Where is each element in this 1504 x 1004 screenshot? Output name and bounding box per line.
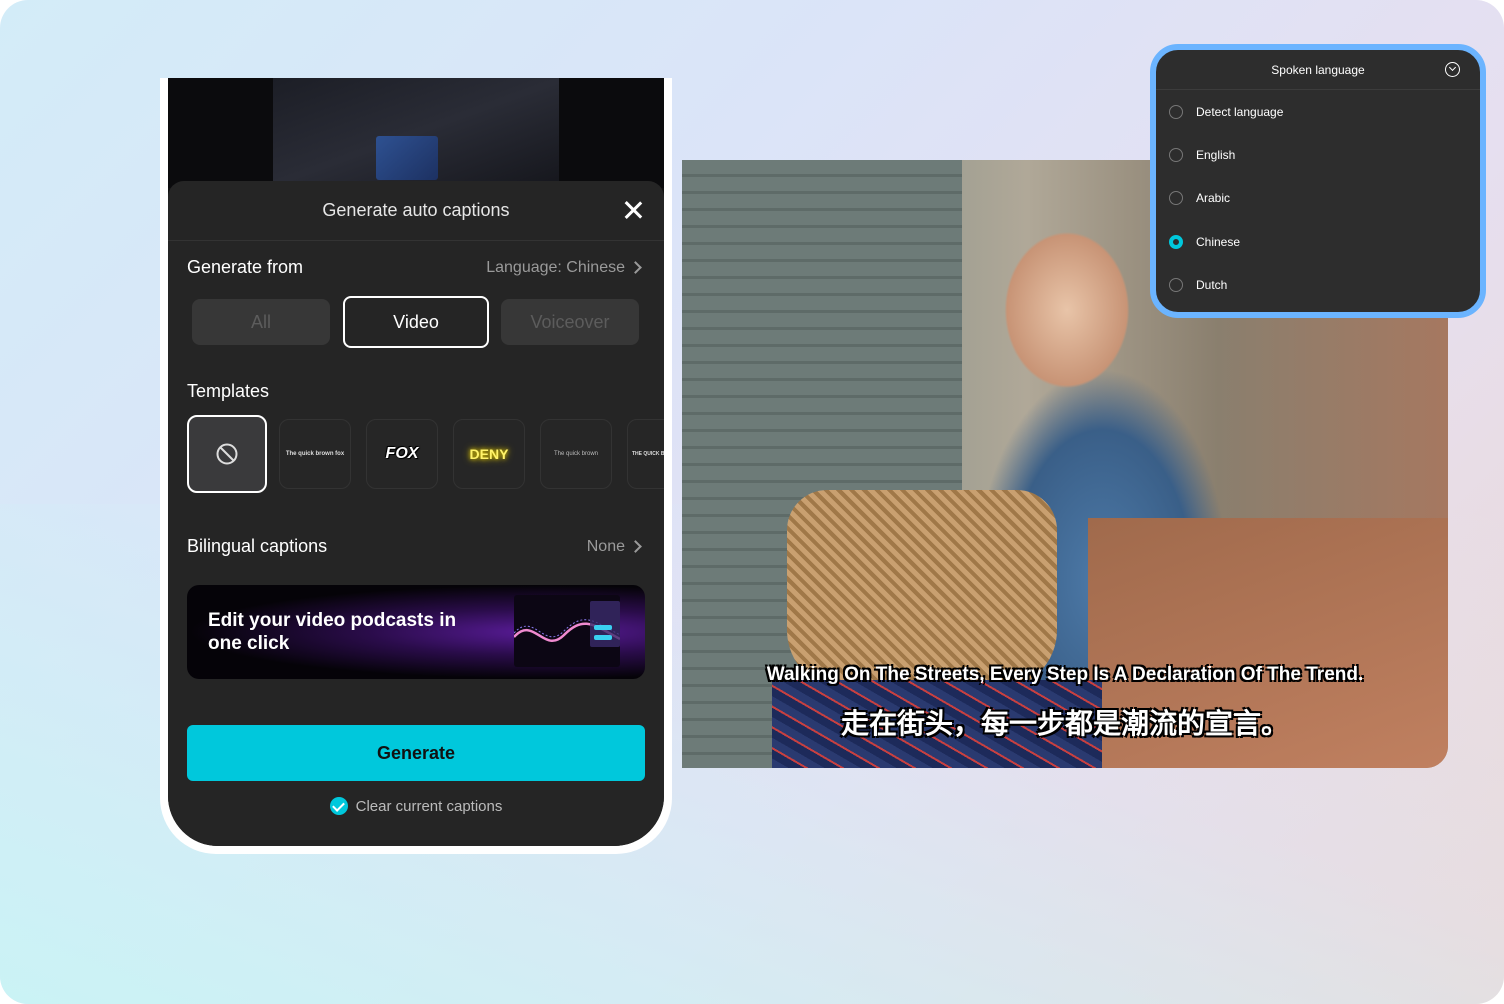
popup-title: Spoken language (1271, 62, 1365, 77)
radio-icon[interactable] (1169, 104, 1183, 119)
no-template-icon (216, 443, 238, 465)
checkbox-checked-icon[interactable] (329, 797, 348, 815)
language-selector[interactable]: Language: Chinese (486, 258, 642, 277)
generate-from-row: Generate from Language: Chinese (187, 257, 642, 278)
caption-english: Walking On The Streets, Every Step Is A … (766, 664, 1364, 685)
option-label: Chinese (1196, 234, 1241, 249)
template-light[interactable]: The quick brown (540, 419, 612, 489)
template-caps[interactable]: THE QUICK B (627, 419, 664, 489)
language-value: Language: Chinese (486, 258, 625, 276)
banner-image (514, 595, 620, 667)
option-label: Arabic (1196, 191, 1231, 206)
podcast-promo-banner[interactable]: Edit your video podcasts in one click (187, 585, 645, 679)
phone-mockup: Generate auto captions Generate from Lan… (160, 78, 672, 854)
close-icon[interactable] (622, 199, 644, 221)
clear-captions-option[interactable]: Clear current captions (168, 797, 664, 815)
banner-text: Edit your video podcasts in one click (208, 610, 457, 654)
sheet-title: Generate auto captions (322, 200, 510, 220)
language-option-chinese[interactable]: Chinese (1156, 220, 1480, 263)
radio-selected-icon[interactable] (1169, 234, 1183, 249)
clear-captions-label: Clear current captions (355, 797, 503, 815)
option-label: Dutch (1196, 277, 1228, 292)
auto-captions-sheet: Generate auto captions Generate from Lan… (168, 181, 664, 846)
templates-row: Templates (187, 381, 640, 402)
language-option-dutch[interactable]: Dutch (1156, 263, 1480, 306)
caption-chinese: 走在街头，每一步都是潮流的宣言。 (840, 707, 1289, 740)
chevron-right-icon (629, 540, 642, 553)
source-all-button[interactable]: All (192, 299, 330, 345)
bilingual-label: Bilingual captions (187, 536, 328, 556)
radio-icon[interactable] (1169, 147, 1183, 162)
spoken-language-popup: Spoken language Detect language English … (1150, 44, 1486, 318)
chevron-right-icon (629, 261, 642, 274)
templates-label: Templates (187, 381, 270, 401)
generate-button[interactable]: Generate (187, 725, 645, 781)
radio-icon[interactable] (1169, 191, 1183, 206)
language-option-english[interactable]: English (1156, 133, 1480, 176)
radio-icon[interactable] (1169, 277, 1183, 292)
sheet-header: Generate auto captions (168, 181, 664, 241)
source-video-button[interactable]: Video (343, 296, 489, 348)
generate-from-label: Generate from (187, 257, 304, 277)
bilingual-row[interactable]: Bilingual captions None (187, 536, 642, 557)
language-option-arabic[interactable]: Arabic (1156, 177, 1480, 220)
template-classic[interactable]: The quick brown fox (279, 419, 351, 489)
template-deny[interactable]: DENY (453, 419, 525, 489)
chevron-down-circle-icon[interactable] (1445, 62, 1460, 77)
option-label: Detect language (1196, 104, 1284, 119)
video-preview (168, 78, 664, 188)
language-option-detect[interactable]: Detect language (1156, 90, 1480, 133)
source-voiceover-button[interactable]: Voiceover (501, 299, 639, 345)
option-label: English (1196, 147, 1236, 162)
template-none[interactable] (187, 415, 267, 493)
phone-screen: Generate auto captions Generate from Lan… (168, 78, 664, 846)
template-fox[interactable]: FOX (366, 419, 438, 489)
bilingual-value: None (586, 537, 625, 555)
popup-header[interactable]: Spoken language (1156, 50, 1480, 90)
